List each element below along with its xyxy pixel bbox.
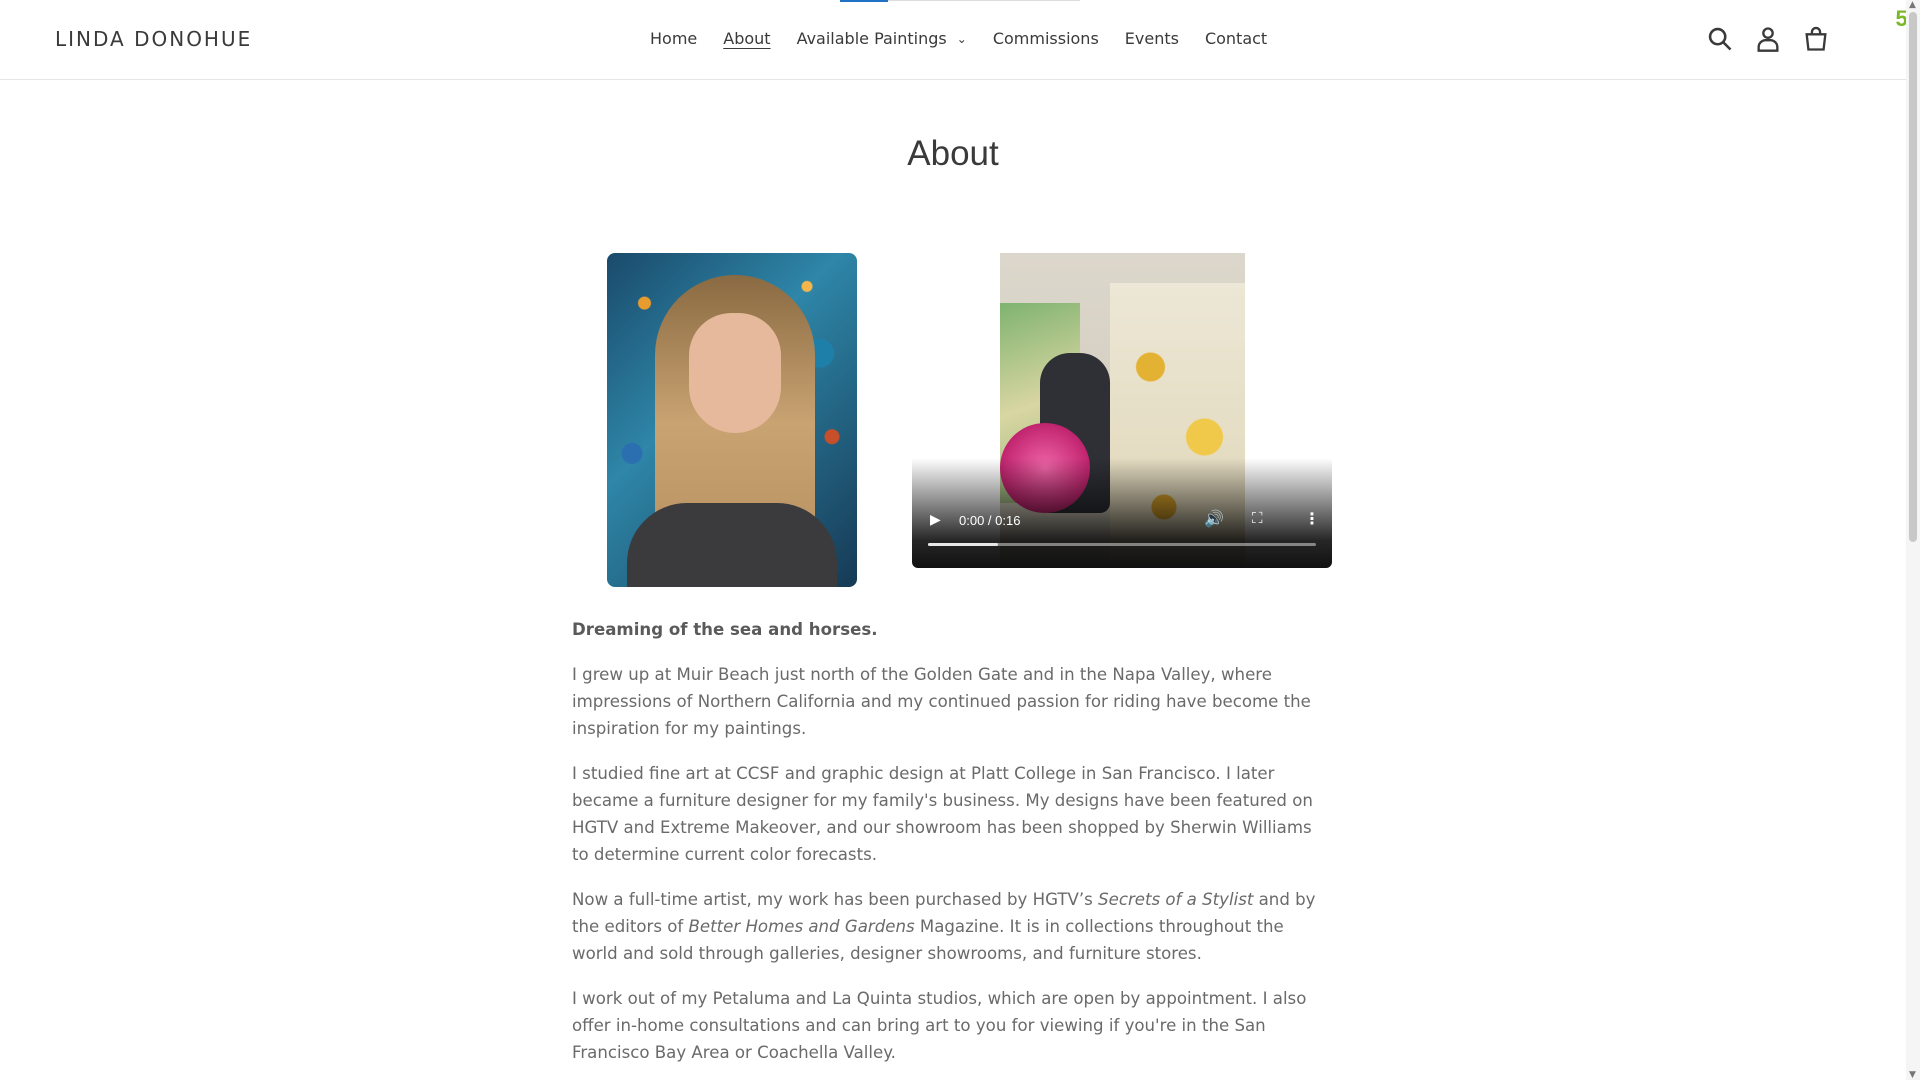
- header-actions: [1706, 25, 1906, 55]
- portrait-shirt: [627, 503, 837, 587]
- portrait-face: [689, 313, 781, 433]
- about-paragraph-2: I studied fine art at CCSF and graphic d…: [572, 764, 1313, 864]
- cart-icon[interactable]: [1802, 25, 1830, 53]
- nav-home[interactable]: Home: [650, 29, 697, 48]
- page-scrollbar[interactable]: ▲ ▼: [1906, 0, 1920, 1080]
- nav-commissions[interactable]: Commissions: [993, 29, 1099, 48]
- nav-about[interactable]: About: [723, 29, 770, 48]
- scroll-down-icon[interactable]: ▼: [1909, 1070, 1916, 1080]
- page-title: About: [907, 134, 999, 173]
- about-paragraph-3: Now a full-time artist, my work has been…: [572, 886, 1332, 967]
- nav-available-paintings-label: Available Paintings: [796, 29, 947, 48]
- video-time: 0:00 / 0:16: [959, 513, 1021, 528]
- fullscreen-icon[interactable]: ⛶: [1252, 509, 1263, 527]
- nav-available-paintings[interactable]: Available Paintings ⌄: [797, 29, 967, 48]
- play-icon[interactable]: ▶: [930, 512, 941, 528]
- about-lead: Dreaming of the sea and horses.: [572, 620, 878, 639]
- about-paragraph-4: I work out of my Petaluma and La Quinta …: [572, 989, 1307, 1062]
- p3-text-a: Now a full-time artist, my work has been…: [572, 890, 1099, 909]
- nav-contact[interactable]: Contact: [1205, 29, 1267, 48]
- more-options-icon[interactable]: ⋮: [1304, 509, 1320, 528]
- about-paragraph-1: I grew up at Muir Beach just north of th…: [572, 665, 1311, 738]
- chevron-down-icon: ⌄: [956, 31, 967, 46]
- p3-show-title: Secrets of a Stylist: [1098, 890, 1254, 909]
- nav-events[interactable]: Events: [1125, 29, 1179, 48]
- studio-video[interactable]: ▶ 0:00 / 0:16 🔊 ⛶ ⋮: [912, 253, 1332, 568]
- p3-magazine-title: Better Homes and Gardens: [688, 917, 915, 936]
- search-icon[interactable]: [1706, 25, 1734, 53]
- video-progress-track[interactable]: [928, 543, 1316, 546]
- about-content: Dreaming of the sea and horses. I grew u…: [572, 616, 1332, 1084]
- video-buffered: [928, 543, 998, 546]
- scrollbar-thumb[interactable]: [1909, 12, 1917, 542]
- site-header: LINDA DONOHUE Home About Available Paint…: [0, 0, 1906, 80]
- scroll-up-icon[interactable]: ▲: [1909, 0, 1916, 10]
- artist-portrait: [607, 253, 857, 587]
- main-nav: Home About Available Paintings ⌄ Commiss…: [650, 29, 1293, 48]
- site-logo[interactable]: LINDA DONOHUE: [55, 27, 252, 51]
- volume-icon[interactable]: 🔊: [1204, 509, 1224, 528]
- account-icon[interactable]: [1754, 25, 1782, 53]
